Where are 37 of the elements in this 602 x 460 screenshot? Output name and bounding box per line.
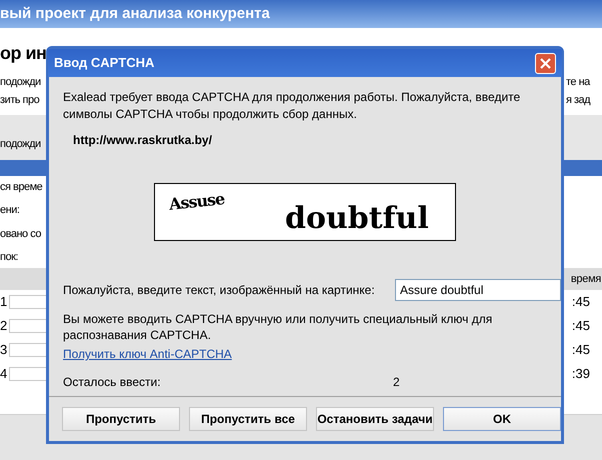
answer-field[interactable]: Assure doubtful — [395, 279, 561, 301]
window-title: вый проект для анализа конкурента — [0, 4, 270, 24]
info-label: ени: — [0, 203, 20, 218]
dialog-button[interactable]: Пропустить — [62, 407, 180, 431]
anti-captcha-link[interactable]: Получить ключ Anti-CAPTCHA — [63, 345, 232, 363]
site-url: http://www.raskrutka.by/ — [73, 132, 212, 149]
time-cell-text: :39 — [572, 365, 590, 384]
captcha-word: Assuse — [168, 188, 226, 216]
dialog-button[interactable]: Остановить задачи — [316, 407, 434, 431]
description-text: я зад — [566, 93, 590, 108]
dialog-title: Ввод CAPTCHA — [54, 54, 154, 72]
column-header: время — [570, 272, 601, 287]
info-text: Вы можете вводить CAPTCHA вручную или получить специальный ключ для распознавания CAPTCHA. — [63, 311, 494, 343]
time-cell-text: :45 — [572, 317, 590, 336]
dialog-button[interactable]: Пропустить все — [189, 407, 307, 431]
captcha-message: Exalead требует ввода CAPTCHA для продолжения работы. Пожалуйста, введите символы CAPTCHA чтобы продолжить сбор данных. — [63, 89, 522, 123]
time-cell-text: :45 — [572, 293, 590, 312]
description-text: зить про — [0, 93, 40, 108]
close-button[interactable] — [535, 52, 556, 74]
description-text: те на — [566, 75, 590, 90]
info-label: овано со — [0, 226, 41, 242]
close-icon — [540, 58, 551, 68]
remaining-label: Осталось ввести: — [63, 374, 162, 391]
row-number: 2 — [0, 317, 8, 336]
captcha-word: doubtful — [285, 202, 429, 236]
info-label: ся време — [0, 180, 42, 194]
row-number: 3 — [0, 341, 8, 360]
info-label: пок: — [0, 250, 18, 265]
page-heading: ор ин — [0, 42, 46, 65]
time-cell-text: :45 — [572, 341, 590, 360]
description-text: подожди — [0, 75, 41, 90]
row-number: 1 — [0, 293, 8, 312]
remaining-count: 2 — [393, 374, 400, 391]
row-number: 4 — [0, 365, 8, 384]
status-text: подожди — [0, 136, 41, 152]
captcha-prompt: Пожалуйста, введите текст, изображённый на картинке: — [63, 282, 375, 299]
dialog-button[interactable]: OK — [443, 407, 561, 431]
